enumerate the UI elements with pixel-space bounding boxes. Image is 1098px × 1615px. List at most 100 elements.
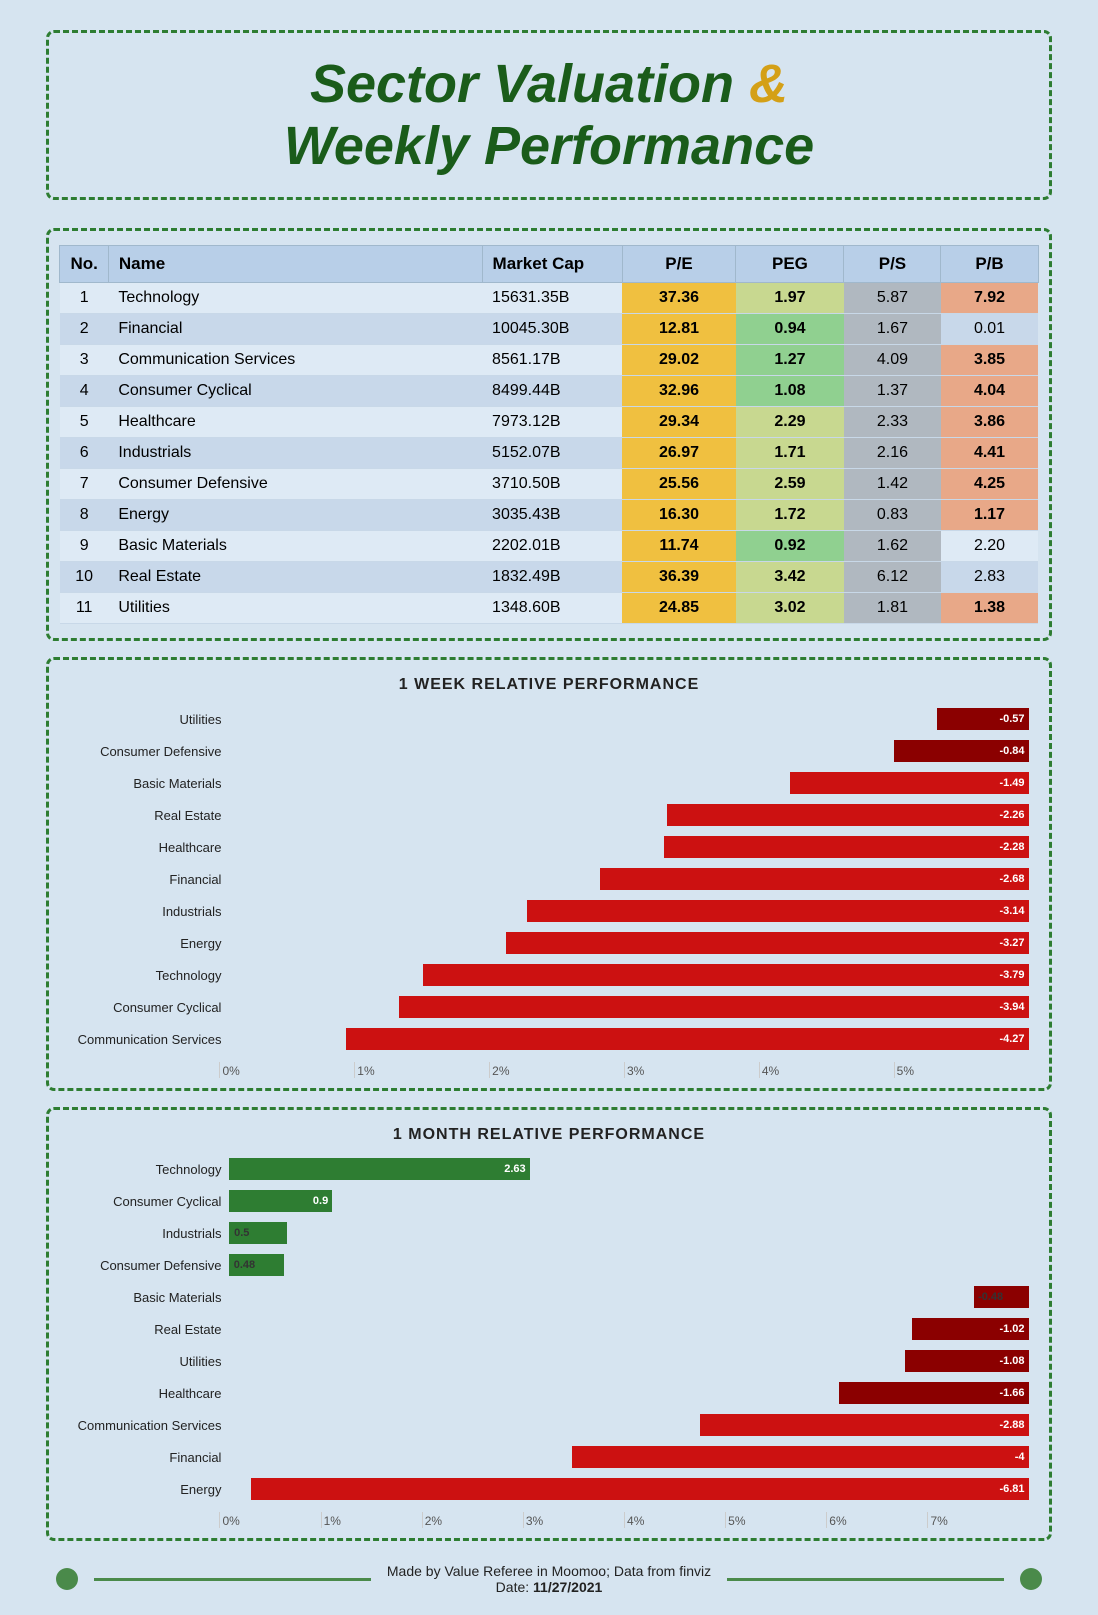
cell-pe: 26.97 — [622, 438, 736, 469]
table-row: 7 Consumer Defensive 3710.50B 25.56 2.59… — [60, 469, 1038, 500]
col-header-pe: P/E — [622, 246, 736, 283]
table-row: 11 Utilities 1348.60B 24.85 3.02 1.81 1.… — [60, 593, 1038, 624]
bar-row: Consumer Defensive0.48 — [69, 1252, 1028, 1278]
bar-area: -0.48 — [229, 1286, 1028, 1308]
bar-label: Consumer Cyclical — [69, 1194, 229, 1209]
cell-pb: 4.41 — [941, 438, 1038, 469]
bar-row: Consumer Cyclical0.9 — [69, 1188, 1028, 1214]
cell-ps: 2.33 — [844, 407, 941, 438]
cell-name: Consumer Cyclical — [108, 376, 482, 407]
cell-peg: 1.97 — [736, 283, 844, 314]
bar-fill: -2.26 — [667, 804, 1028, 826]
col-header-ps: P/S — [844, 246, 941, 283]
cell-no: 9 — [60, 531, 108, 562]
x-tick: 3% — [624, 1062, 759, 1078]
bar-label: Consumer Defensive — [69, 744, 229, 759]
cell-no: 10 — [60, 562, 108, 593]
cell-mcap: 1832.49B — [482, 562, 622, 593]
bar-row: Energy-3.27 — [69, 930, 1028, 956]
table-row: 5 Healthcare 7973.12B 29.34 2.29 2.33 3.… — [60, 407, 1038, 438]
bar-area: -0.57 — [229, 708, 1028, 730]
bar-row: Technology-3.79 — [69, 962, 1028, 988]
bar-fill: 0.9 — [229, 1190, 332, 1212]
bar-fill: -0.84 — [894, 740, 1028, 762]
cell-pe: 29.34 — [622, 407, 736, 438]
bar-fill: -4.27 — [346, 1028, 1028, 1050]
bar-value-label: -6.81 — [999, 1483, 1024, 1495]
chart1-section: 1 WEEK RELATIVE PERFORMANCE Utilities-0.… — [46, 657, 1051, 1091]
chart1-xaxis: 0%1%2%3%4%5% — [59, 1062, 1038, 1078]
bar-area: -3.79 — [229, 964, 1028, 986]
cell-no: 2 — [60, 314, 108, 345]
cell-mcap: 3710.50B — [482, 469, 622, 500]
cell-pb: 1.17 — [941, 500, 1038, 531]
bar-row: Financial -4 — [69, 1444, 1028, 1470]
footer: Made by Value Referee in Moomoo; Data fr… — [46, 1563, 1051, 1595]
chart2-section: 1 MONTH RELATIVE PERFORMANCE Technology2… — [46, 1107, 1051, 1541]
cell-name: Healthcare — [108, 407, 482, 438]
cell-ps: 1.81 — [844, 593, 941, 624]
footer-line2: Date: 11/27/2021 — [387, 1579, 711, 1595]
bar-label: Technology — [69, 968, 229, 983]
footer-text: Made by Value Referee in Moomoo; Data fr… — [387, 1563, 711, 1595]
bar-row: Industrials0.5 — [69, 1220, 1028, 1246]
cell-name: Consumer Defensive — [108, 469, 482, 500]
x-tick: 4% — [624, 1512, 725, 1528]
cell-peg: 1.72 — [736, 500, 844, 531]
cell-no: 8 — [60, 500, 108, 531]
cell-mcap: 2202.01B — [482, 531, 622, 562]
bar-value-label: -0.57 — [999, 713, 1024, 725]
bar-area: -3.27 — [229, 932, 1028, 954]
bar-row: Utilities-1.08 — [69, 1348, 1028, 1374]
cell-mcap: 10045.30B — [482, 314, 622, 345]
cell-pb: 4.25 — [941, 469, 1038, 500]
bar-label: Financial — [69, 1450, 229, 1465]
cell-peg: 1.08 — [736, 376, 844, 407]
footer-circle-left — [56, 1568, 78, 1590]
x-tick: 5% — [894, 1062, 1029, 1078]
cell-ps: 2.16 — [844, 438, 941, 469]
bar-value-label: 0.5 — [234, 1227, 249, 1239]
cell-pe: 37.36 — [622, 283, 736, 314]
bar-area: 2.63 — [229, 1158, 1028, 1180]
cell-name: Technology — [108, 283, 482, 314]
cell-mcap: 5152.07B — [482, 438, 622, 469]
bar-label: Energy — [69, 1482, 229, 1497]
bar-fill: 0.48 — [229, 1254, 284, 1276]
cell-ps: 4.09 — [844, 345, 941, 376]
x-tick: 2% — [422, 1512, 523, 1528]
bar-row: Communication Services-2.88 — [69, 1412, 1028, 1438]
table-row: 8 Energy 3035.43B 16.30 1.72 0.83 1.17 — [60, 500, 1038, 531]
cell-pb: 3.86 — [941, 407, 1038, 438]
bar-value-label: -1.49 — [999, 777, 1024, 789]
bar-row: Basic Materials-0.48 — [69, 1284, 1028, 1310]
bar-value-label: -3.94 — [999, 1001, 1024, 1013]
bar-fill: -6.81 — [251, 1478, 1028, 1500]
bar-label: Industrials — [69, 904, 229, 919]
bar-fill: -4 — [572, 1446, 1029, 1468]
bar-fill: -3.14 — [527, 900, 1029, 922]
bar-row: Real Estate-2.26 — [69, 802, 1028, 828]
cell-peg: 1.71 — [736, 438, 844, 469]
bar-label: Healthcare — [69, 840, 229, 855]
bar-fill: 0.5 — [229, 1222, 286, 1244]
x-tick: 4% — [759, 1062, 894, 1078]
bar-fill: -2.28 — [664, 836, 1028, 858]
x-tick: 2% — [489, 1062, 624, 1078]
bar-row: Consumer Defensive -0.84 — [69, 738, 1028, 764]
cell-ps: 5.87 — [844, 283, 941, 314]
bar-label: Technology — [69, 1162, 229, 1177]
bar-value-label: -3.27 — [999, 937, 1024, 949]
title-text: Sector Valuation & Weekly Performance — [89, 53, 1008, 177]
cell-ps: 0.83 — [844, 500, 941, 531]
cell-pe: 29.02 — [622, 345, 736, 376]
bar-area: -1.49 — [229, 772, 1028, 794]
table-row: 2 Financial 10045.30B 12.81 0.94 1.67 0.… — [60, 314, 1038, 345]
cell-name: Real Estate — [108, 562, 482, 593]
bar-area: -2.68 — [229, 868, 1028, 890]
bar-area: -0.84 — [229, 740, 1028, 762]
x-tick: 3% — [523, 1512, 624, 1528]
bar-row: Basic Materials-1.49 — [69, 770, 1028, 796]
col-header-peg: PEG — [736, 246, 844, 283]
bar-label: Healthcare — [69, 1386, 229, 1401]
